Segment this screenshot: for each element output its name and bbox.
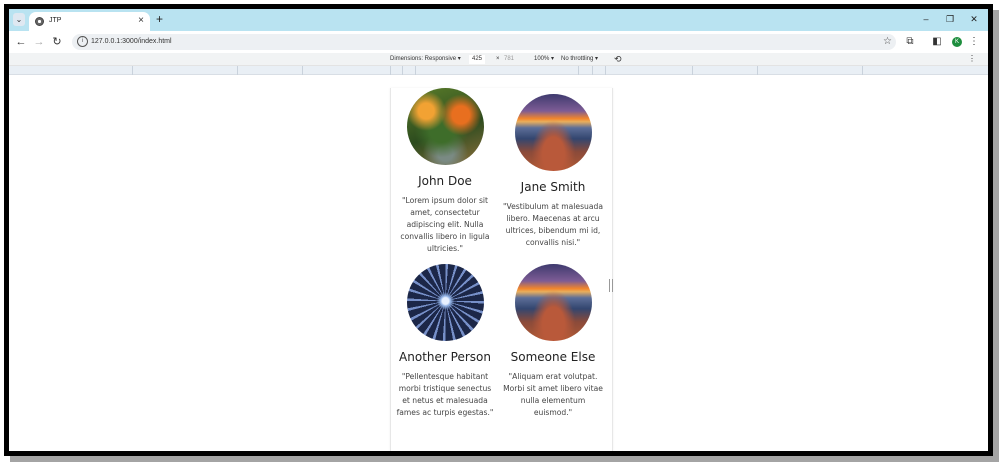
device-toolbar: Dimensions: Responsive ▾ 425 × 781 100% … — [9, 53, 988, 66]
page-viewport: John Doe "Lorem ipsum dolor sit amet, co… — [9, 75, 988, 451]
testimonial-name: John Doe — [418, 174, 472, 188]
forward-arrow-icon[interactable]: → — [32, 35, 46, 49]
close-icon[interactable]: × — [138, 14, 144, 27]
info-icon[interactable]: i — [77, 36, 88, 47]
avatar — [406, 264, 484, 341]
avatar — [514, 264, 592, 341]
plus-icon[interactable]: + — [156, 12, 163, 26]
back-arrow-icon[interactable]: ← — [14, 35, 28, 49]
testimonial-quote: "Pellentesque habitant morbi tristique s… — [396, 372, 494, 417]
height-input[interactable]: 781 — [501, 55, 517, 64]
puzzle-icon[interactable]: ⧉ — [904, 35, 916, 49]
dimensions-dropdown[interactable]: Dimensions: Responsive ▾ — [390, 55, 461, 64]
tab-strip: ⌄ JTP × + – ❐ ✕ — [9, 9, 988, 31]
browser-toolbar: ← → ↻ i 127.0.0.1:3000/index.html ☆ ⧉ ◧ … — [9, 31, 988, 53]
avatar[interactable]: K — [952, 37, 962, 47]
resize-handle[interactable] — [609, 279, 613, 292]
testimonial-card: Jane Smith "Vestibulum at malesuada libe… — [499, 94, 607, 249]
chevron-down-icon[interactable]: ⌄ — [13, 13, 25, 26]
globe-icon — [35, 17, 44, 26]
zoom-dropdown[interactable]: 100% ▾ — [534, 55, 554, 64]
media-query-ruler[interactable] — [9, 66, 988, 75]
address-bar[interactable]: i 127.0.0.1:3000/index.html ☆ — [72, 34, 896, 50]
minimize-icon[interactable]: – — [919, 12, 933, 26]
dimension-separator: × — [496, 56, 500, 62]
kebab-menu-icon[interactable]: ⋮ — [968, 35, 980, 49]
testimonial-quote: "Vestibulum at malesuada libero. Maecena… — [503, 202, 603, 247]
browser-window: ⌄ JTP × + – ❐ ✕ ← → ↻ i 127.0.0.1:3000/i… — [9, 9, 988, 451]
testimonial-card: John Doe "Lorem ipsum dolor sit amet, co… — [391, 88, 499, 255]
testimonial-quote: "Lorem ipsum dolor sit amet, consectetur… — [400, 196, 490, 253]
testimonial-card: Someone Else "Aliquam erat volutpat. Mor… — [499, 264, 607, 419]
star-icon[interactable]: ☆ — [883, 35, 892, 49]
testimonial-name: Another Person — [399, 350, 491, 364]
device-frame: John Doe "Lorem ipsum dolor sit amet, co… — [390, 88, 613, 451]
width-input[interactable]: 425 — [469, 55, 486, 64]
testimonial-quote: "Aliquam erat volutpat. Morbi sit amet l… — [503, 372, 603, 417]
url-text[interactable]: 127.0.0.1:3000/index.html — [91, 36, 172, 48]
restore-icon[interactable]: ❐ — [943, 12, 957, 26]
testimonial-card: Another Person "Pellentesque habitant mo… — [391, 264, 499, 419]
side-panel-icon[interactable]: ◧ — [931, 35, 943, 49]
close-window-icon[interactable]: ✕ — [967, 12, 981, 26]
tab-title: JTP — [49, 17, 62, 24]
avatar — [514, 94, 592, 171]
avatar — [406, 88, 484, 165]
devtools-more-icon[interactable]: ⋮ — [968, 54, 976, 64]
tab-jtp[interactable]: JTP × — [29, 12, 150, 31]
rotate-icon[interactable]: ⟲ — [614, 54, 622, 64]
reload-icon[interactable]: ↻ — [50, 35, 64, 49]
testimonial-name: Jane Smith — [520, 180, 586, 194]
throttling-dropdown[interactable]: No throttling ▾ — [561, 55, 598, 64]
testimonial-name: Someone Else — [510, 350, 596, 364]
